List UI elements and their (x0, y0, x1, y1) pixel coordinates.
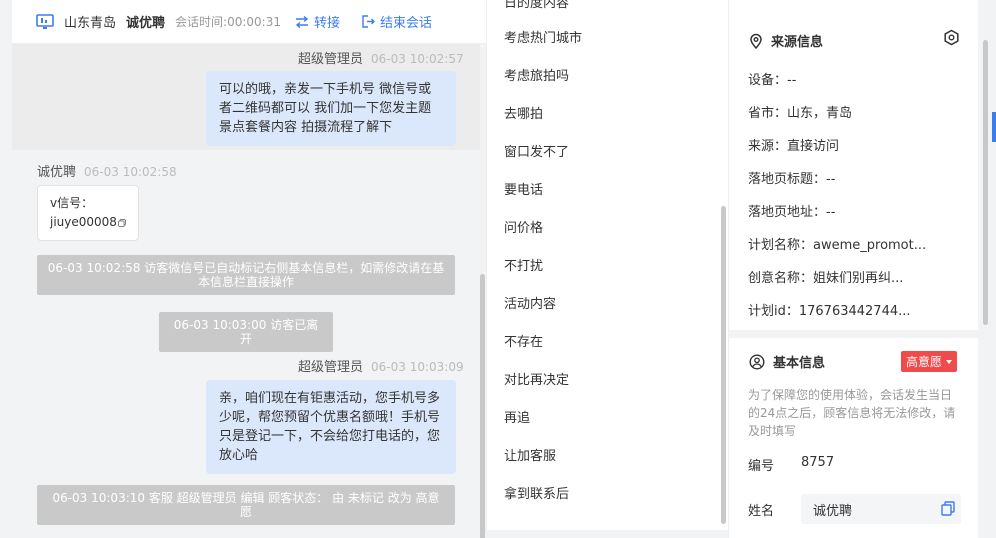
system-notice: 06-03 10:02:58 访客微信号已自动标记右侧基本信息栏，如需修改请在基… (37, 255, 455, 295)
quick-reply-panel: 日的度内容 考虑热门城市 考虑旅拍吗 去哪拍 窗口发不了 要电话 问价格 不打扰… (486, 0, 728, 538)
location-pin-icon (750, 33, 762, 49)
device-field: 设备：-- (748, 73, 797, 88)
transfer-button[interactable]: 转接 (295, 12, 340, 31)
chat-workspace: 山东青岛 诚优聘 会话时间:00:00:31 转接 结束会话 超级管理员 06-0… (0, 0, 996, 538)
landing-url-field: 落地页地址：-- (748, 205, 836, 220)
customer-info-panel: 来源信息 设备：-- 省市：山东，青岛 来源：直接访问 落地页标题：-- 落地页… (728, 0, 979, 538)
side-tab[interactable] (992, 112, 996, 142)
quick-reply-item[interactable]: 活动内容 (504, 293, 556, 312)
session-time: 会话时间:00:00:31 (175, 15, 281, 29)
message-list[interactable]: 超级管理员 06-03 10:02:57 可以的哦，亲发一下手机号 微信号或者二维… (12, 44, 486, 538)
page-edge (978, 0, 996, 538)
panel-gap (486, 530, 728, 538)
source-info-title: 来源信息 (749, 31, 823, 50)
name-label: 姓名 (748, 504, 775, 519)
message-meta: 诚优聘 06-03 10:02:58 (37, 165, 177, 180)
settings-icon[interactable] (943, 29, 960, 46)
quick-reply-item[interactable]: 拿到联系后 (504, 483, 569, 502)
edit-notice: 为了保障您的使用体验，会话发生当日的24点之后，顾客信息将无法修改，请及时填写 (748, 388, 956, 438)
quick-reply-item[interactable]: 去哪拍 (504, 103, 543, 122)
chat-panel: 山东青岛 诚优聘 会话时间:00:00:31 转接 结束会话 超级管理员 06-0… (12, 0, 486, 538)
quick-reply-item[interactable]: 窗口发不了 (504, 141, 569, 160)
quick-reply-item[interactable]: 不存在 (504, 331, 543, 350)
transfer-icon (295, 15, 309, 28)
plan-id-field: 计划id：176763442744... (748, 304, 911, 319)
visitor-location: 山东青岛 (64, 16, 117, 31)
landing-title-field: 落地页标题：-- (748, 172, 836, 187)
quick-reply-item[interactable]: 不打扰 (504, 255, 543, 274)
customer-id-value: 8757 (801, 455, 835, 470)
intent-status-dropdown[interactable]: 高意愿 (901, 351, 958, 372)
page-scrollbar[interactable] (983, 40, 988, 325)
wechat-id: jiuye00008 (50, 215, 117, 229)
quick-reply-item[interactable]: 日的度内容 (504, 0, 569, 11)
name-input[interactable]: 诚优聘 (801, 494, 961, 524)
quick-reply-item[interactable]: 要电话 (504, 179, 543, 198)
end-session-button[interactable]: 结束会话 (362, 12, 432, 31)
caret-down-icon (946, 359, 953, 364)
source-field: 来源：直接访问 (748, 139, 840, 154)
message-meta: 超级管理员 06-03 10:02:57 (298, 52, 464, 67)
customer-id-label: 编号 (748, 459, 775, 474)
basic-info-title: 基本信息 (749, 352, 825, 371)
section-divider (729, 330, 979, 338)
copy-icon[interactable] (941, 501, 955, 516)
message-line: v信号： (50, 196, 94, 210)
quick-reply-scrollbar[interactable] (721, 206, 726, 524)
copy-icon[interactable] (118, 217, 126, 229)
chat-header: 山东青岛 诚优聘 会话时间:00:00:31 转接 结束会话 (12, 0, 486, 44)
quick-reply-item[interactable]: 再追 (504, 407, 530, 426)
message-line: jiuye00008 (50, 213, 126, 232)
plan-name-field: 计划名称：aweme_promot... (748, 238, 927, 253)
exit-icon (362, 15, 375, 28)
quick-reply-item[interactable]: 让加客服 (504, 445, 556, 464)
visitor-name: 诚优聘 (126, 16, 166, 31)
agent-message-bubble: 亲，咱们现在有钜惠活动，您手机号多少呢，帮您预留个优惠名额哦！手机号只是登记一下… (206, 380, 456, 474)
creative-name-field: 创意名称：姐妹们别再纠... (748, 271, 904, 286)
quick-reply-item[interactable]: 考虑热门城市 (504, 27, 582, 46)
agent-message-bubble: 可以的哦，亲发一下手机号 微信号或者二维码都可以 我们加一下您发主题景点套餐内容… (206, 71, 456, 146)
region-field: 省市：山东，青岛 (748, 106, 853, 121)
quick-reply-item[interactable]: 考虑旅拍吗 (504, 65, 569, 84)
quick-reply-item[interactable]: 对比再决定 (504, 369, 569, 388)
user-circle-icon (749, 353, 765, 370)
name-value: 诚优聘 (813, 503, 853, 519)
message-meta: 超级管理员 06-03 10:03:09 (298, 360, 464, 375)
visitor-message-bubble: v信号： jiuye00008 (37, 185, 139, 241)
quick-reply-item[interactable]: 问价格 (504, 217, 543, 236)
system-notice: 06-03 10:03:00 访客已离开 (159, 312, 333, 352)
system-notice: 06-03 10:03:10 客服 超级管理员 编辑 顾客状态： 由 未标记 改… (37, 485, 455, 525)
monitor-icon (36, 13, 54, 29)
chat-scrollbar[interactable] (480, 274, 485, 538)
